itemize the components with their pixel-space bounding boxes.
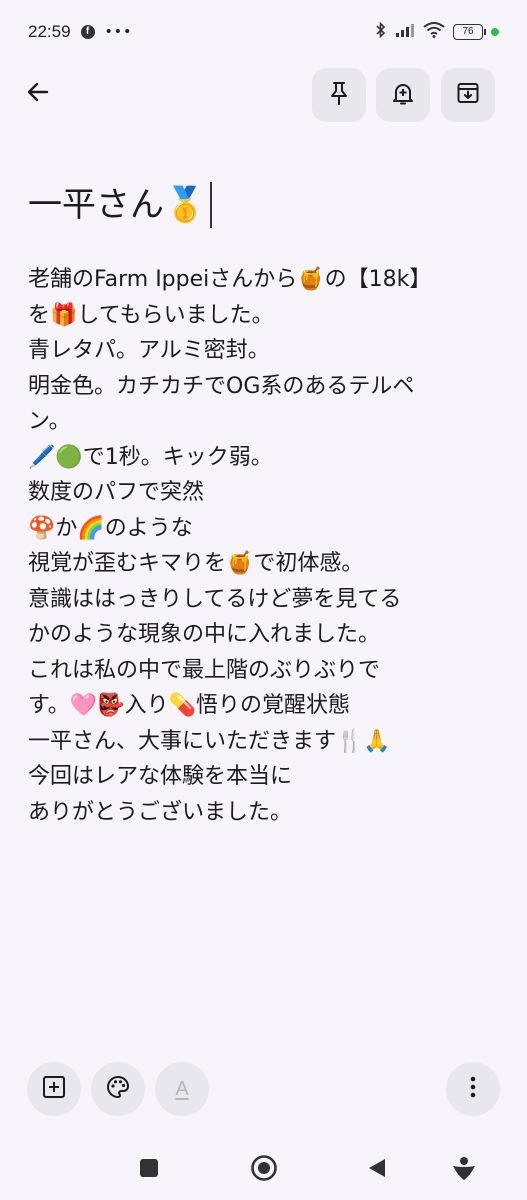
note-line: ありがとうございました。 <box>28 799 293 825</box>
note-line: かのような現象の中に入れました。 <box>28 622 381 647</box>
home-button[interactable] <box>248 1154 280 1186</box>
more-dots-icon: ••• <box>104 24 133 40</box>
note-line: 数度のパフで突然 <box>28 480 205 505</box>
note-body[interactable]: 老舗のFarm Ippeiさんから🍯の【18k】 を🎁してもらいました。 青レタ… <box>28 262 500 830</box>
note-line: 今回はレアな体験を本当に <box>28 764 293 789</box>
recents-square-icon <box>139 1158 159 1182</box>
text-format-icon: A <box>175 1077 189 1100</box>
status-time: 22:59 <box>28 22 71 41</box>
reminder-button[interactable] <box>376 68 430 122</box>
note-line: 青レタパ。アルミ密封。 <box>28 338 270 363</box>
note-line: 明金色。カチカチでOG系のあるテルペ <box>28 373 415 399</box>
more-options-button[interactable] <box>446 1062 500 1116</box>
home-circle-icon <box>250 1154 278 1186</box>
pin-button[interactable] <box>312 68 366 122</box>
facebook-icon: f <box>80 25 95 39</box>
back-nav-button[interactable] <box>361 1154 393 1186</box>
system-nav-bar <box>0 1140 527 1200</box>
add-content-button[interactable] <box>27 1062 81 1116</box>
note-line: 一平さん、大事にいただきます🍴🙏 <box>28 728 391 754</box>
back-button[interactable] <box>18 70 58 118</box>
note-line: 🖊️🟢で1秒。キック弱。 <box>28 444 273 470</box>
signal-icon <box>395 22 415 42</box>
status-right: 76 <box>375 21 499 43</box>
back-arrow-icon <box>25 79 51 109</box>
note-line: 老舗のFarm Ippeiさんから🍯の【18k】 <box>28 267 432 292</box>
text-cursor <box>210 182 213 228</box>
note-line: 視覚が歪むキマりを🍯で初体感。 <box>28 551 364 576</box>
note-title[interactable]: 一平さん🥇 <box>28 178 498 232</box>
color-palette-button[interactable] <box>91 1062 145 1116</box>
pin-icon <box>327 80 351 110</box>
note-line: 意識ははっきりしてるけど夢を見てる <box>28 586 402 612</box>
add-box-icon <box>41 1074 67 1104</box>
archive-button[interactable] <box>441 68 495 122</box>
status-left: 22:59 f ••• <box>28 22 132 42</box>
battery-icon: 76 <box>453 24 486 40</box>
add-reminder-icon <box>390 80 416 110</box>
palette-icon <box>105 1074 131 1104</box>
note-toolbar <box>0 64 527 124</box>
assistant-icon <box>450 1154 478 1186</box>
more-vert-icon <box>469 1075 477 1103</box>
bottom-action-bar: A <box>0 1062 527 1118</box>
note-title-text: 一平さん🥇 <box>28 185 207 225</box>
note-line: を🎁してもらいました。 <box>28 302 274 328</box>
bluetooth-icon <box>375 21 387 43</box>
back-triangle-icon <box>366 1157 388 1183</box>
status-bar: 22:59 f ••• 76 <box>0 0 527 64</box>
note-line: ン。 <box>28 409 71 434</box>
note-line: 🍄か🌈のような <box>28 515 193 541</box>
archive-icon <box>455 80 481 110</box>
note-line: す。🩷👺入り💊悟りの覚醒状態 <box>28 693 350 718</box>
recents-button[interactable] <box>133 1154 165 1186</box>
privacy-indicator-dot <box>491 28 499 36</box>
wifi-icon <box>423 22 445 42</box>
text-format-button: A <box>155 1062 209 1116</box>
note-line: これは私の中で最上階のぶりぶりで <box>28 657 381 683</box>
assistant-button[interactable] <box>448 1154 480 1186</box>
